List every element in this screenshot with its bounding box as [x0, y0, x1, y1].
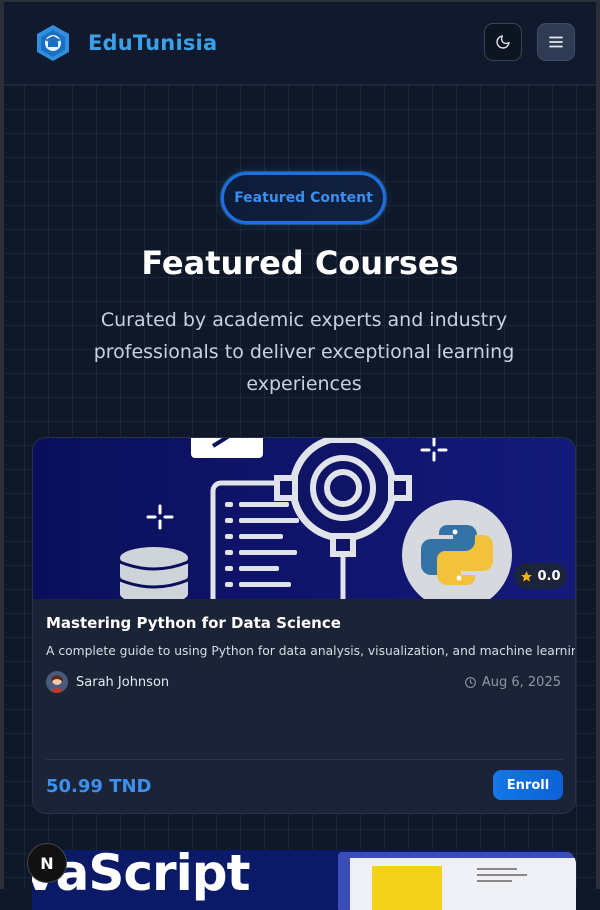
code-editor-illustration: [338, 852, 576, 910]
clock-icon: [464, 677, 476, 688]
top-navbar: EduTunisia: [0, 0, 600, 85]
course-thumbnail[interactable]: 0.0: [33, 438, 575, 599]
section-subtitle: Curated by academic experts and industry…: [93, 309, 515, 395]
section-title: Featured Courses: [141, 244, 459, 282]
rating-badge: 0.0: [514, 563, 567, 589]
course-card[interactable]: 0.0 Mastering Python for Data Science A …: [32, 437, 576, 814]
menu-button[interactable]: [537, 23, 575, 61]
brand-name[interactable]: EduTunisia: [88, 31, 217, 55]
hamburger-menu-icon: [549, 36, 563, 48]
moon-icon: [496, 35, 510, 49]
course-card-2[interactable]: vaScript: [32, 850, 576, 910]
user-avatar-icon: [46, 671, 68, 693]
star-icon: [521, 570, 533, 582]
rating-value: 0.0: [537, 568, 561, 584]
graduation-cap-logo-icon[interactable]: [35, 24, 71, 62]
date-text: Aug 6, 2025: [481, 675, 561, 690]
card-divider: [46, 759, 563, 760]
python-data-science-illustration: [33, 438, 575, 599]
nextjs-dev-indicator[interactable]: N: [27, 843, 67, 883]
theme-toggle-button[interactable]: [484, 23, 522, 61]
author-avatar: [46, 671, 68, 693]
featured-content-badge: Featured Content: [221, 172, 386, 224]
course-title[interactable]: Mastering Python for Data Science: [46, 614, 341, 632]
course-price: 50.99 TND: [46, 776, 152, 797]
enroll-button[interactable]: Enroll: [493, 770, 563, 800]
course-description: A complete guide to using Python for dat…: [46, 644, 576, 658]
course-date: Aug 6, 2025: [464, 675, 561, 690]
author-name: Sarah Johnson: [76, 675, 170, 690]
